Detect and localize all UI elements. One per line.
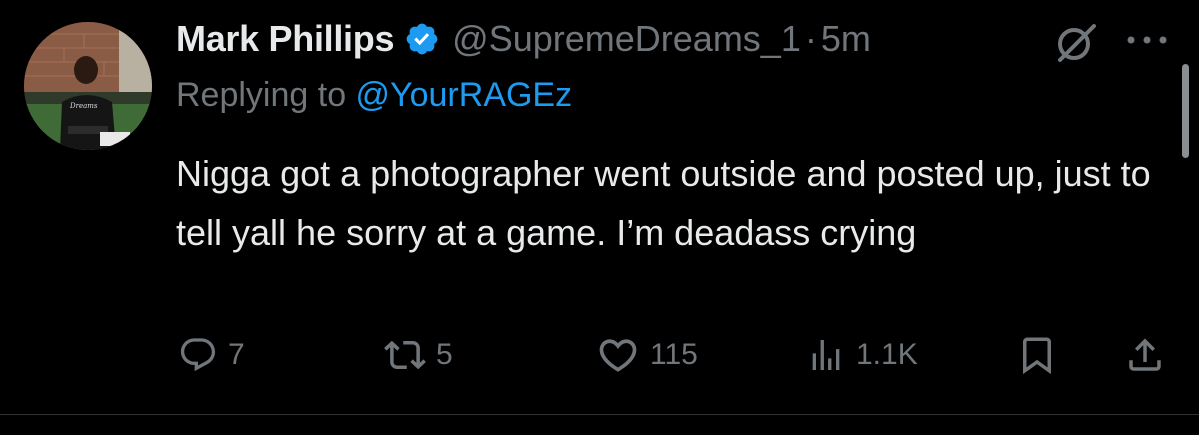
- reply-button[interactable]: 7: [178, 330, 245, 380]
- reply-count: 7: [228, 338, 245, 371]
- bookmark-icon: [1023, 337, 1051, 375]
- verified-badge-icon[interactable]: [404, 21, 440, 57]
- heart-icon: [599, 339, 637, 372]
- like-button[interactable]: 115: [596, 330, 698, 380]
- more-options-icon[interactable]: [1124, 20, 1170, 60]
- author-handle[interactable]: @SupremeDreams_1: [452, 18, 801, 60]
- view-count: 1.1K: [856, 338, 918, 371]
- repost-button[interactable]: 5: [384, 330, 453, 380]
- grok-icon[interactable]: [1054, 20, 1098, 64]
- avatar[interactable]: Dreams: [24, 22, 152, 150]
- tweet-actions: 7 5 115 1.1K: [0, 330, 1199, 380]
- timestamp[interactable]: 5m: [821, 18, 871, 60]
- tweet-header: Mark Phillips @SupremeDreams_1 · 5m: [176, 14, 871, 64]
- replying-to-handle-link[interactable]: @YourRAGEz: [356, 76, 573, 114]
- separator-dot: ·: [804, 18, 817, 59]
- share-button[interactable]: [1124, 330, 1166, 380]
- replying-to-label: Replying to: [176, 76, 356, 114]
- like-count: 115: [650, 338, 698, 371]
- tweet[interactable]: Dreams Mark Phillips @SupremeDreams_1 · …: [0, 0, 1199, 414]
- repost-icon: [384, 340, 426, 370]
- svg-text:Dreams: Dreams: [69, 102, 98, 110]
- reply-icon: [180, 338, 216, 372]
- replying-to: Replying to @YourRAGEz: [176, 76, 572, 115]
- tweet-text: Nigga got a photographer went outside an…: [176, 153, 1151, 253]
- views-button[interactable]: 1.1K: [806, 330, 918, 380]
- scrollbar[interactable]: [1182, 64, 1189, 158]
- author-display-name[interactable]: Mark Phillips: [176, 18, 394, 60]
- avatar-image: Dreams: [24, 22, 152, 150]
- divider: [0, 414, 1199, 415]
- repost-count: 5: [436, 338, 453, 371]
- share-icon: [1129, 338, 1161, 371]
- bookmark-button[interactable]: [1016, 330, 1058, 380]
- analytics-icon: [812, 340, 840, 370]
